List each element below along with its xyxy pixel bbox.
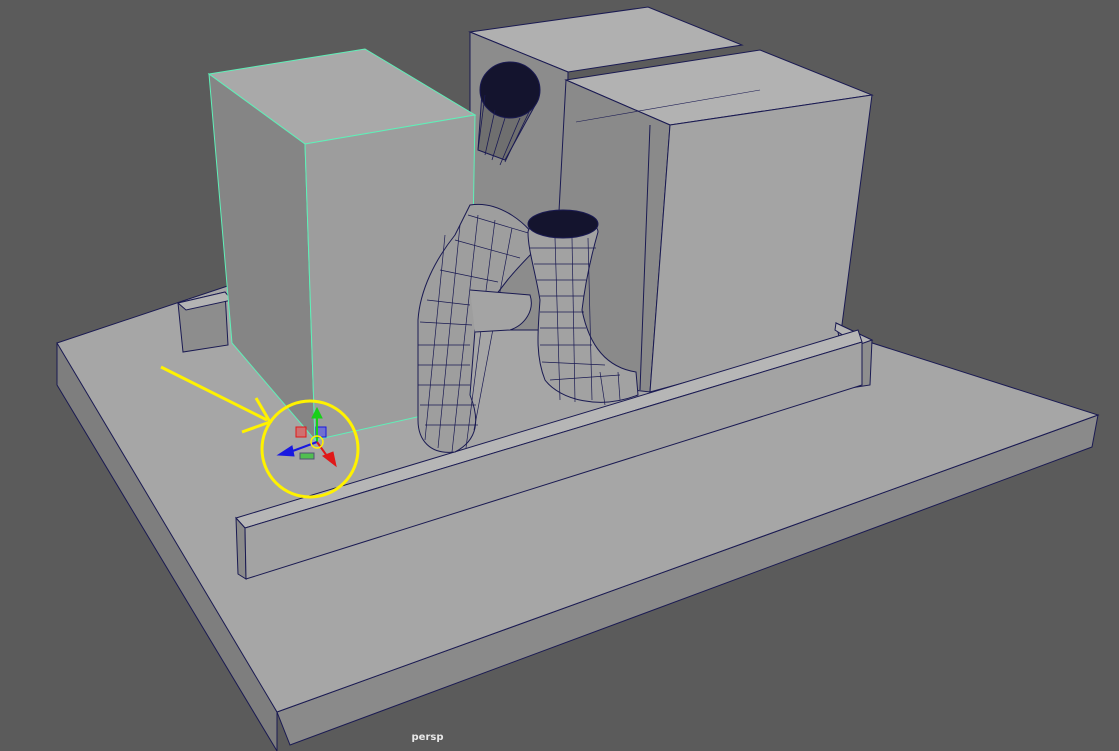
camera-name-label: persp	[411, 732, 444, 743]
rail-back[interactable]	[176, 291, 233, 353]
xz-plane-handle[interactable]	[299, 452, 315, 460]
maya-perspective-viewport[interactable]: persp	[0, 0, 1119, 751]
3d-scene[interactable]	[0, 0, 1119, 751]
xy-plane-handle[interactable]	[295, 426, 307, 438]
